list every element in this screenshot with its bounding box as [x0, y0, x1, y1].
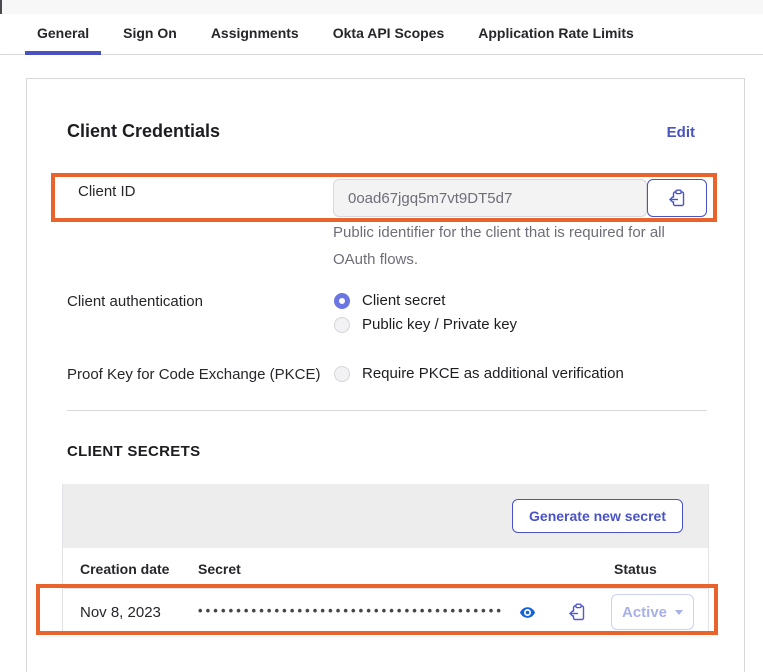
copy-secret-button[interactable] — [568, 603, 586, 621]
clipboard-icon — [568, 603, 586, 621]
tab-general[interactable]: General — [25, 14, 101, 55]
masked-secret-cell: •••••••••••••••••••••••••••••••••••••••• — [198, 603, 513, 618]
tab-label: General — [37, 25, 89, 41]
client-id-value: 0oad67jgq5m7vt9DT5d7 — [348, 190, 512, 207]
client-secrets-table: Generate new secret Creation date Secret… — [62, 484, 709, 635]
tab-bar: General Sign On Assignments Okta API Sco… — [0, 14, 763, 55]
settings-card: Client Credentials Edit Client ID 0oad67… — [26, 78, 745, 672]
help-line-2: OAuth flows. — [333, 246, 665, 273]
eye-icon — [519, 604, 537, 621]
table-toolbar: Generate new secret — [63, 484, 708, 548]
okta-app-settings-screen: General Sign On Assignments Okta API Sco… — [0, 0, 763, 672]
tab-assignments[interactable]: Assignments — [199, 14, 311, 55]
pkce-label: Proof Key for Code Exchange (PKCE) — [67, 366, 320, 383]
help-line-1: Public identifier for the client that is… — [333, 219, 665, 246]
client-authentication-label: Client authentication — [67, 293, 203, 310]
checkbox-label: Require PKCE as additional verification — [362, 365, 624, 382]
top-strip — [0, 0, 763, 15]
radio-unselected-icon[interactable] — [334, 317, 350, 333]
tab-label: Okta API Scopes — [333, 25, 445, 41]
table-row: Nov 8, 2023 ••••••••••••••••••••••••••••… — [63, 589, 708, 635]
radio-row-public-private-key: Public key / Private key — [334, 316, 517, 333]
edit-link[interactable]: Edit — [667, 124, 695, 141]
clipboard-icon — [668, 189, 686, 207]
client-credentials-title: Client Credentials — [67, 121, 220, 142]
column-header-secret: Secret — [198, 561, 241, 577]
creation-date-cell: Nov 8, 2023 — [80, 604, 161, 621]
column-header-creation-date: Creation date — [80, 561, 169, 577]
tab-application-rate-limits[interactable]: Application Rate Limits — [466, 14, 646, 55]
copy-client-id-button[interactable] — [647, 179, 707, 217]
checkbox-unchecked-icon[interactable] — [334, 366, 350, 382]
client-id-help-text: Public identifier for the client that is… — [333, 219, 665, 273]
tab-sign-on[interactable]: Sign On — [111, 14, 189, 55]
section-divider — [67, 410, 707, 411]
table-header-row: Creation date Secret Status — [63, 548, 708, 589]
pkce-checkbox-row: Require PKCE as additional verification — [334, 365, 624, 382]
client-id-label: Client ID — [78, 183, 136, 200]
reveal-secret-button[interactable] — [519, 603, 537, 621]
tab-label: Assignments — [211, 25, 299, 41]
client-id-input[interactable]: 0oad67jgq5m7vt9DT5d7 — [333, 179, 647, 217]
radio-label: Client secret — [362, 292, 445, 309]
tab-label: Sign On — [123, 25, 177, 41]
chevron-down-icon — [675, 610, 683, 615]
status-label: Active — [622, 604, 667, 621]
tab-label: Application Rate Limits — [478, 25, 634, 41]
client-secrets-title: CLIENT SECRETS — [67, 443, 200, 460]
radio-selected-icon[interactable] — [334, 293, 350, 309]
column-header-status: Status — [614, 561, 657, 577]
screen-edge-artifact — [0, 0, 2, 14]
radio-label: Public key / Private key — [362, 316, 517, 333]
tab-okta-api-scopes[interactable]: Okta API Scopes — [321, 14, 457, 55]
generate-new-secret-button[interactable]: Generate new secret — [512, 499, 683, 533]
status-dropdown-button[interactable]: Active — [611, 594, 694, 630]
radio-row-client-secret: Client secret — [334, 292, 445, 309]
